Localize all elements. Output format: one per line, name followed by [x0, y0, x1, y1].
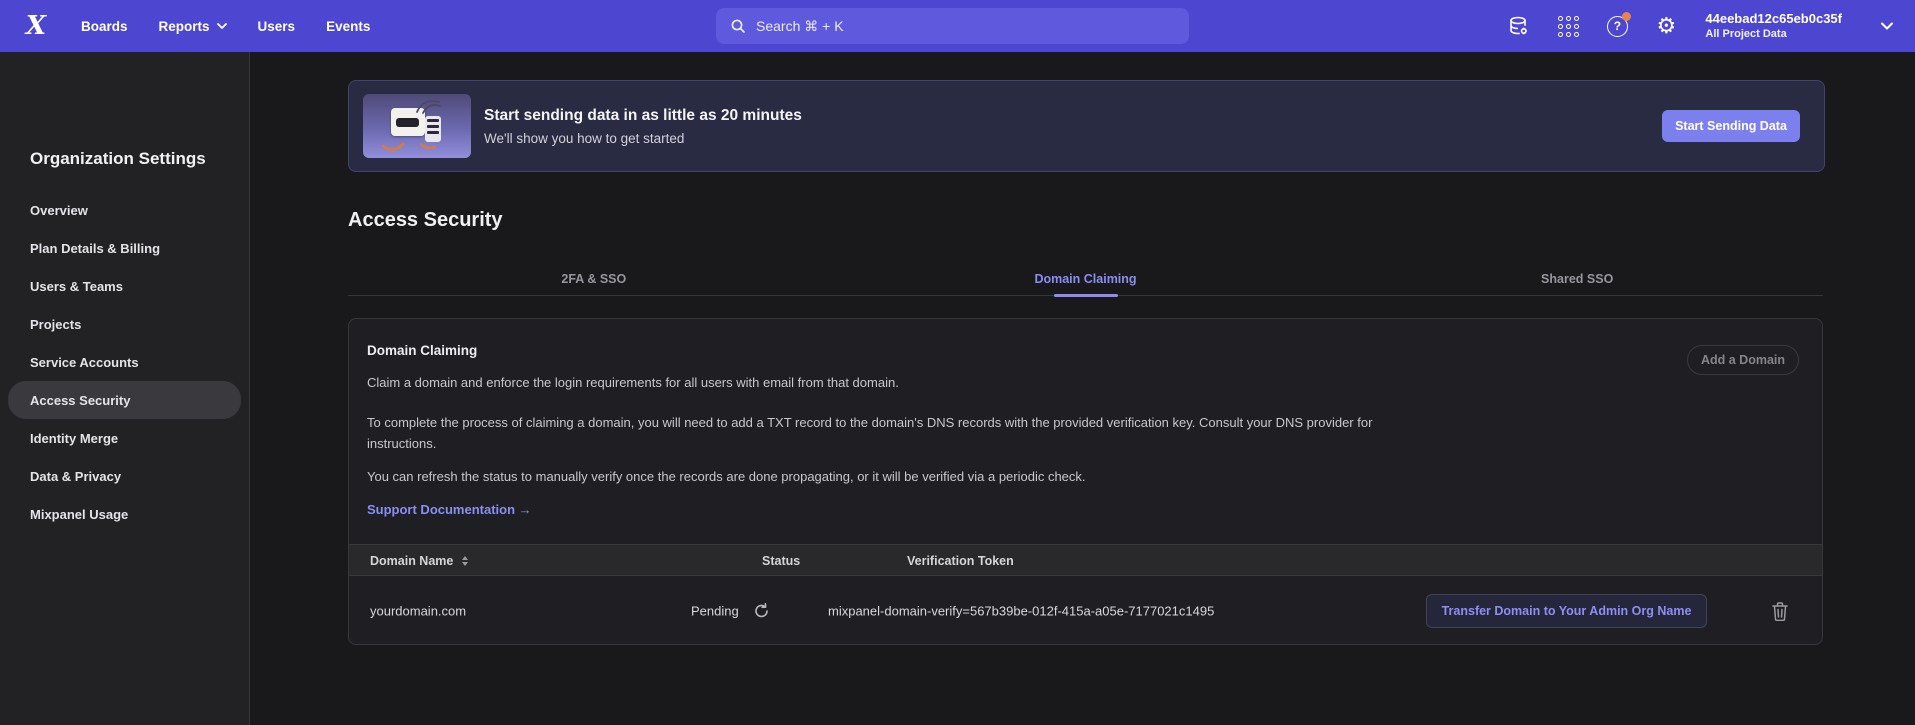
page-title: Access Security: [348, 209, 503, 232]
sidebar-item-projects[interactable]: Projects: [8, 305, 241, 343]
onboarding-banner: Start sending data in as little as 20 mi…: [348, 80, 1825, 172]
panel-title: Domain Claiming: [367, 343, 477, 358]
project-id: 44eebad12c65eb0c35f: [1705, 11, 1842, 27]
top-navigation-bar: X Boards Reports Users Events Search ⌘ +…: [0, 0, 1915, 52]
sidebar-item-mixpanel-usage[interactable]: Mixpanel Usage: [8, 495, 241, 533]
delete-domain-trash-icon[interactable]: [1771, 601, 1789, 621]
column-header-status: Status: [762, 545, 800, 577]
domains-table-header: Domain Name Status Verification Token: [349, 544, 1823, 576]
transfer-domain-button[interactable]: Transfer Domain to Your Admin Org Name: [1426, 594, 1707, 628]
verification-token-cell: mixpanel-domain-verify=567b39be-012f-415…: [828, 604, 1214, 619]
sidebar-item-users-teams[interactable]: Users & Teams: [8, 267, 241, 305]
notification-dot: [1622, 12, 1631, 21]
nav-right-cluster: ? ⚙ 44eebad12c65eb0c35f All Project Data: [1507, 0, 1893, 52]
data-management-icon[interactable]: [1507, 14, 1531, 38]
add-domain-button[interactable]: Add a Domain: [1687, 345, 1799, 375]
sidebar-title: Organization Settings: [30, 149, 206, 169]
banner-text: Start sending data in as little as 20 mi…: [484, 107, 802, 146]
sidebar-item-overview[interactable]: Overview: [8, 191, 241, 229]
banner-title: Start sending data in as little as 20 mi…: [484, 107, 802, 125]
mixpanel-logo-icon[interactable]: X: [24, 12, 48, 40]
org-settings-sidebar: Organization Settings Overview Plan Deta…: [0, 52, 250, 725]
panel-refresh-note: You can refresh the status to manually v…: [367, 469, 1086, 484]
sidebar-item-access-security[interactable]: Access Security: [8, 381, 241, 419]
nav-item-users[interactable]: Users: [258, 19, 296, 34]
chevron-down-icon: [217, 23, 227, 29]
support-documentation-link[interactable]: Support Documentation →: [367, 502, 532, 517]
search-icon: [730, 18, 746, 34]
sidebar-item-data-privacy[interactable]: Data & Privacy: [8, 457, 241, 495]
domain-claiming-panel: Domain Claiming Claim a domain and enfor…: [348, 318, 1823, 645]
nav-item-reports[interactable]: Reports: [159, 19, 227, 34]
sort-icon: [462, 556, 468, 566]
banner-subtitle: We'll show you how to get started: [484, 131, 802, 146]
help-icon[interactable]: ?: [1605, 14, 1629, 38]
tab-shared-sso[interactable]: Shared SSO: [1331, 262, 1823, 295]
access-security-tabs: 2FA & SSO Domain Claiming Shared SSO: [348, 262, 1823, 296]
active-tab-underline: [1054, 294, 1118, 297]
search-input[interactable]: Search ⌘ + K: [716, 8, 1189, 44]
domain-name-cell: yourdomain.com: [370, 604, 466, 619]
table-row: yourdomain.com Pending mixpanel-domain-v…: [349, 576, 1823, 645]
panel-description: Claim a domain and enforce the login req…: [367, 375, 899, 390]
sidebar-item-plan-details-billing[interactable]: Plan Details & Billing: [8, 229, 241, 267]
settings-gear-icon[interactable]: ⚙: [1654, 14, 1678, 38]
panel-instructions: To complete the process of claiming a do…: [367, 412, 1437, 454]
status-cell: Pending: [691, 603, 770, 620]
start-sending-data-button[interactable]: Start Sending Data: [1662, 110, 1800, 142]
apps-grid-icon[interactable]: [1556, 14, 1580, 38]
sidebar-list: Overview Plan Details & Billing Users & …: [8, 191, 241, 533]
tab-domain-claiming[interactable]: Domain Claiming: [840, 262, 1332, 295]
sidebar-item-identity-merge[interactable]: Identity Merge: [8, 419, 241, 457]
project-scope: All Project Data: [1705, 28, 1842, 42]
column-header-verification-token: Verification Token: [907, 545, 1014, 577]
project-selector[interactable]: 44eebad12c65eb0c35f All Project Data: [1705, 11, 1842, 42]
column-header-domain-name[interactable]: Domain Name: [370, 545, 468, 577]
banner-illustration: [363, 94, 471, 158]
refresh-status-icon[interactable]: [753, 603, 770, 620]
project-chevron-down-icon[interactable]: [1881, 17, 1893, 35]
search-placeholder: Search ⌘ + K: [756, 18, 844, 35]
status-value: Pending: [691, 604, 739, 619]
nav-links: Boards Reports Users Events: [81, 19, 370, 34]
nav-item-events[interactable]: Events: [326, 19, 370, 34]
sidebar-item-service-accounts[interactable]: Service Accounts: [8, 343, 241, 381]
main-content: Start sending data in as little as 20 mi…: [250, 52, 1915, 725]
tab-2fa-sso[interactable]: 2FA & SSO: [348, 262, 840, 295]
nav-item-boards[interactable]: Boards: [81, 19, 128, 34]
